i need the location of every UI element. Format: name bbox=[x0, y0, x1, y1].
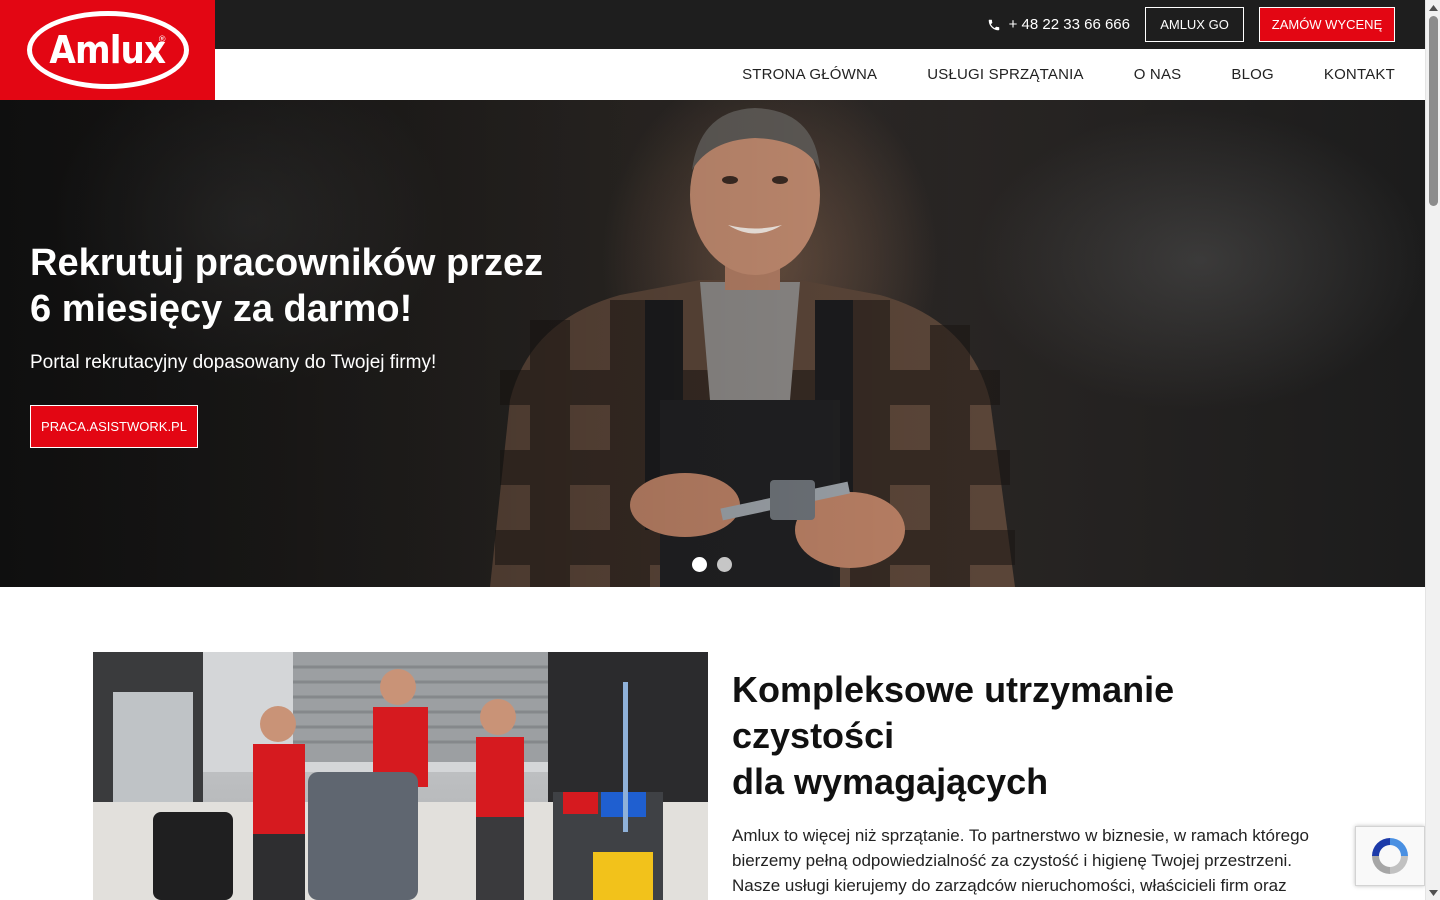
top-bar: + 48 22 33 66 666 AMLUX GO ZAMÓW WYCENĘ bbox=[215, 0, 1425, 49]
logo-text: Amlux bbox=[49, 28, 167, 72]
phone-link[interactable]: + 48 22 33 66 666 bbox=[987, 0, 1130, 49]
order-quote-button[interactable]: ZAMÓW WYCENĘ bbox=[1259, 7, 1395, 42]
section-title-line-2: czystości bbox=[732, 715, 895, 756]
nav-item-about[interactable]: O NAS bbox=[1134, 66, 1182, 83]
slider-dot-1[interactable] bbox=[692, 557, 707, 572]
nav-item-home[interactable]: STRONA GŁÓWNA bbox=[742, 66, 877, 83]
recaptcha-icon bbox=[1372, 838, 1408, 874]
amlux-go-button[interactable]: AMLUX GO bbox=[1145, 7, 1244, 42]
slider-dot-2[interactable] bbox=[717, 557, 732, 572]
nav-item-services[interactable]: USŁUGI SPRZĄTANIA bbox=[927, 66, 1083, 83]
logo[interactable]: Amlux ® bbox=[0, 0, 215, 100]
hero-title: Rekrutuj pracowników przez 6 miesięcy za… bbox=[30, 240, 630, 332]
recaptcha-badge[interactable] bbox=[1355, 826, 1425, 886]
section-title-line-3: dla wymagających bbox=[732, 761, 1049, 802]
hero-cta-button[interactable]: PRACA.ASISTWORK.PL bbox=[30, 405, 198, 448]
hero-overlay bbox=[0, 100, 1425, 587]
phone-icon bbox=[988, 19, 999, 30]
main-nav: STRONA GŁÓWNA USŁUGI SPRZĄTANIA O NAS BL… bbox=[215, 49, 1425, 100]
nav-list: STRONA GŁÓWNA USŁUGI SPRZĄTANIA O NAS BL… bbox=[742, 49, 1395, 100]
hero-subtitle: Portal rekrutacyjny dopasowany do Twojej… bbox=[30, 352, 437, 373]
logo-registered-mark: ® bbox=[158, 34, 166, 44]
section-title-line-1: Kompleksowe utrzymanie bbox=[732, 669, 1175, 710]
hero-slider: Rekrutuj pracowników przez 6 miesięcy za… bbox=[0, 100, 1425, 587]
cleaning-team-illustration bbox=[93, 652, 708, 900]
nav-item-contact[interactable]: KONTAKT bbox=[1324, 66, 1395, 83]
scroll-down-icon[interactable] bbox=[1426, 885, 1440, 900]
phone-number: + 48 22 33 66 666 bbox=[1008, 16, 1130, 33]
scroll-up-icon[interactable] bbox=[1426, 0, 1440, 15]
page-scrollbar[interactable] bbox=[1425, 0, 1440, 900]
section-title: Kompleksowe utrzymanie czystości dla wym… bbox=[732, 667, 1332, 805]
cleaning-team-photo bbox=[93, 652, 708, 900]
section-description: Amlux to więcej niż sprzątanie. To partn… bbox=[732, 826, 1309, 895]
logo-oval: Amlux ® bbox=[26, 11, 189, 89]
hero-title-line-1: Rekrutuj pracowników przez bbox=[30, 242, 544, 284]
nav-item-blog[interactable]: BLOG bbox=[1231, 66, 1273, 83]
page: Amlux ® + 48 22 33 66 666 AMLUX GO ZAMÓW… bbox=[0, 0, 1425, 900]
scroll-thumb[interactable] bbox=[1429, 16, 1438, 206]
slider-dots bbox=[692, 557, 732, 572]
hero-title-line-2: 6 miesięcy za darmo! bbox=[30, 288, 413, 330]
